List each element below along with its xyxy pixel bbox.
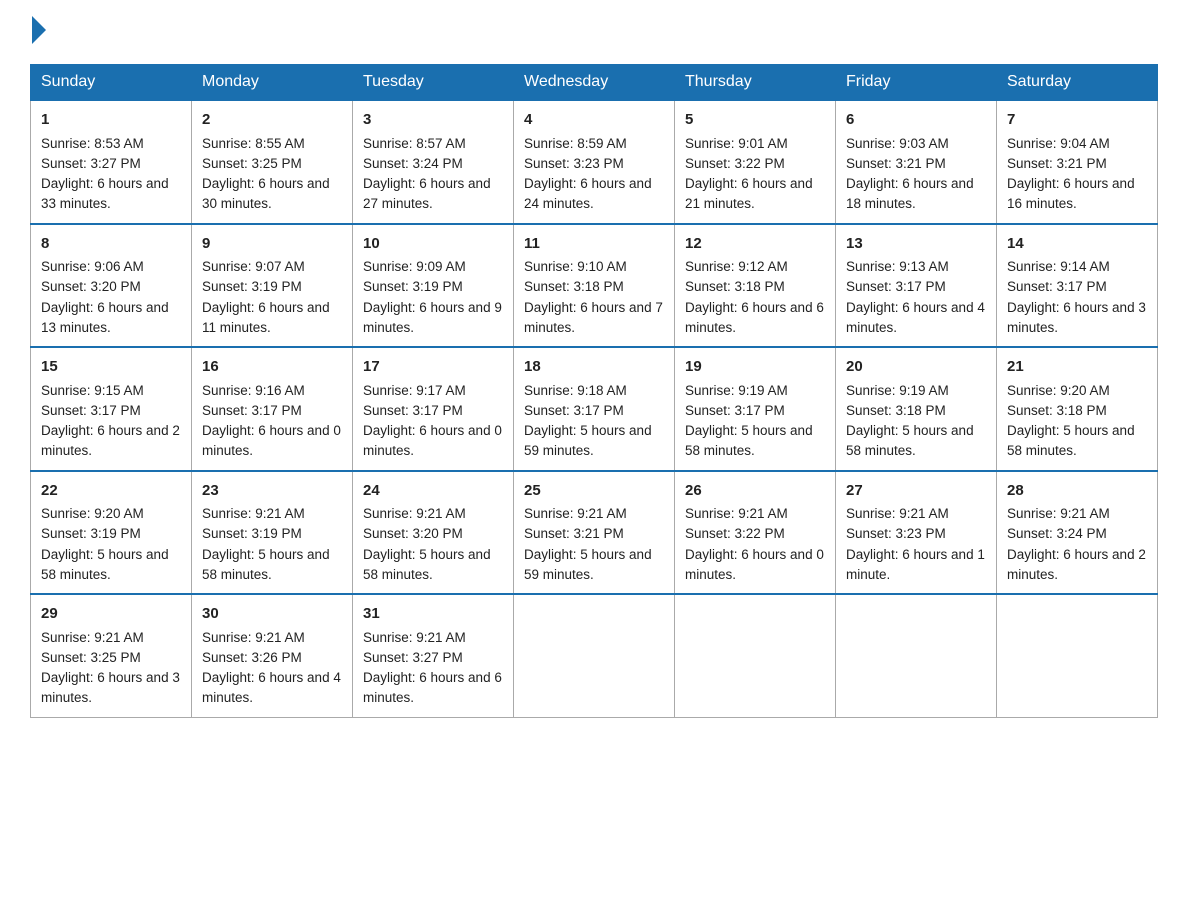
day-number: 3 bbox=[363, 109, 503, 132]
calendar-cell: 1Sunrise: 8:53 AMSunset: 3:27 PMDaylight… bbox=[31, 100, 192, 224]
calendar-cell bbox=[675, 594, 836, 717]
day-number: 16 bbox=[202, 356, 342, 379]
day-number: 14 bbox=[1007, 233, 1147, 256]
calendar-cell: 26Sunrise: 9:21 AMSunset: 3:22 PMDayligh… bbox=[675, 471, 836, 595]
day-number: 29 bbox=[41, 603, 181, 626]
header-cell-sunday: Sunday bbox=[31, 65, 192, 101]
header-cell-wednesday: Wednesday bbox=[514, 65, 675, 101]
day-number: 11 bbox=[524, 233, 664, 256]
header-cell-tuesday: Tuesday bbox=[353, 65, 514, 101]
calendar-cell bbox=[514, 594, 675, 717]
calendar-cell: 11Sunrise: 9:10 AMSunset: 3:18 PMDayligh… bbox=[514, 224, 675, 348]
day-number: 9 bbox=[202, 233, 342, 256]
page-header bbox=[30, 20, 1158, 44]
calendar-cell: 9Sunrise: 9:07 AMSunset: 3:19 PMDaylight… bbox=[192, 224, 353, 348]
day-number: 1 bbox=[41, 109, 181, 132]
day-number: 31 bbox=[363, 603, 503, 626]
calendar-cell: 30Sunrise: 9:21 AMSunset: 3:26 PMDayligh… bbox=[192, 594, 353, 717]
calendar-cell: 2Sunrise: 8:55 AMSunset: 3:25 PMDaylight… bbox=[192, 100, 353, 224]
header-row: SundayMondayTuesdayWednesdayThursdayFrid… bbox=[31, 65, 1158, 101]
day-number: 4 bbox=[524, 109, 664, 132]
header-cell-saturday: Saturday bbox=[997, 65, 1158, 101]
logo bbox=[30, 20, 46, 44]
week-row-4: 22Sunrise: 9:20 AMSunset: 3:19 PMDayligh… bbox=[31, 471, 1158, 595]
header-cell-friday: Friday bbox=[836, 65, 997, 101]
day-number: 5 bbox=[685, 109, 825, 132]
day-number: 27 bbox=[846, 480, 986, 503]
day-number: 19 bbox=[685, 356, 825, 379]
day-number: 24 bbox=[363, 480, 503, 503]
day-number: 30 bbox=[202, 603, 342, 626]
day-number: 20 bbox=[846, 356, 986, 379]
calendar-cell: 4Sunrise: 8:59 AMSunset: 3:23 PMDaylight… bbox=[514, 100, 675, 224]
calendar-cell: 22Sunrise: 9:20 AMSunset: 3:19 PMDayligh… bbox=[31, 471, 192, 595]
calendar-cell: 28Sunrise: 9:21 AMSunset: 3:24 PMDayligh… bbox=[997, 471, 1158, 595]
day-number: 21 bbox=[1007, 356, 1147, 379]
day-number: 10 bbox=[363, 233, 503, 256]
day-number: 15 bbox=[41, 356, 181, 379]
day-number: 23 bbox=[202, 480, 342, 503]
calendar-cell: 20Sunrise: 9:19 AMSunset: 3:18 PMDayligh… bbox=[836, 347, 997, 471]
day-number: 18 bbox=[524, 356, 664, 379]
calendar-cell: 18Sunrise: 9:18 AMSunset: 3:17 PMDayligh… bbox=[514, 347, 675, 471]
week-row-2: 8Sunrise: 9:06 AMSunset: 3:20 PMDaylight… bbox=[31, 224, 1158, 348]
calendar-cell: 7Sunrise: 9:04 AMSunset: 3:21 PMDaylight… bbox=[997, 100, 1158, 224]
calendar-cell: 23Sunrise: 9:21 AMSunset: 3:19 PMDayligh… bbox=[192, 471, 353, 595]
calendar-header: SundayMondayTuesdayWednesdayThursdayFrid… bbox=[31, 65, 1158, 101]
day-number: 6 bbox=[846, 109, 986, 132]
calendar-cell: 17Sunrise: 9:17 AMSunset: 3:17 PMDayligh… bbox=[353, 347, 514, 471]
day-number: 22 bbox=[41, 480, 181, 503]
day-number: 8 bbox=[41, 233, 181, 256]
week-row-3: 15Sunrise: 9:15 AMSunset: 3:17 PMDayligh… bbox=[31, 347, 1158, 471]
day-number: 26 bbox=[685, 480, 825, 503]
calendar-body: 1Sunrise: 8:53 AMSunset: 3:27 PMDaylight… bbox=[31, 100, 1158, 717]
day-number: 12 bbox=[685, 233, 825, 256]
calendar-cell: 5Sunrise: 9:01 AMSunset: 3:22 PMDaylight… bbox=[675, 100, 836, 224]
calendar-cell: 15Sunrise: 9:15 AMSunset: 3:17 PMDayligh… bbox=[31, 347, 192, 471]
calendar-cell: 29Sunrise: 9:21 AMSunset: 3:25 PMDayligh… bbox=[31, 594, 192, 717]
calendar-cell: 13Sunrise: 9:13 AMSunset: 3:17 PMDayligh… bbox=[836, 224, 997, 348]
calendar-cell bbox=[836, 594, 997, 717]
calendar-cell: 21Sunrise: 9:20 AMSunset: 3:18 PMDayligh… bbox=[997, 347, 1158, 471]
calendar-table: SundayMondayTuesdayWednesdayThursdayFrid… bbox=[30, 64, 1158, 718]
calendar-cell: 31Sunrise: 9:21 AMSunset: 3:27 PMDayligh… bbox=[353, 594, 514, 717]
calendar-cell: 27Sunrise: 9:21 AMSunset: 3:23 PMDayligh… bbox=[836, 471, 997, 595]
header-cell-thursday: Thursday bbox=[675, 65, 836, 101]
calendar-cell: 8Sunrise: 9:06 AMSunset: 3:20 PMDaylight… bbox=[31, 224, 192, 348]
day-number: 28 bbox=[1007, 480, 1147, 503]
day-number: 17 bbox=[363, 356, 503, 379]
week-row-5: 29Sunrise: 9:21 AMSunset: 3:25 PMDayligh… bbox=[31, 594, 1158, 717]
day-number: 25 bbox=[524, 480, 664, 503]
logo-arrow-icon bbox=[32, 16, 46, 44]
day-number: 7 bbox=[1007, 109, 1147, 132]
day-number: 2 bbox=[202, 109, 342, 132]
calendar-cell: 12Sunrise: 9:12 AMSunset: 3:18 PMDayligh… bbox=[675, 224, 836, 348]
calendar-cell: 25Sunrise: 9:21 AMSunset: 3:21 PMDayligh… bbox=[514, 471, 675, 595]
calendar-cell: 6Sunrise: 9:03 AMSunset: 3:21 PMDaylight… bbox=[836, 100, 997, 224]
calendar-cell: 24Sunrise: 9:21 AMSunset: 3:20 PMDayligh… bbox=[353, 471, 514, 595]
calendar-cell: 14Sunrise: 9:14 AMSunset: 3:17 PMDayligh… bbox=[997, 224, 1158, 348]
calendar-cell bbox=[997, 594, 1158, 717]
calendar-cell: 19Sunrise: 9:19 AMSunset: 3:17 PMDayligh… bbox=[675, 347, 836, 471]
week-row-1: 1Sunrise: 8:53 AMSunset: 3:27 PMDaylight… bbox=[31, 100, 1158, 224]
day-number: 13 bbox=[846, 233, 986, 256]
calendar-cell: 10Sunrise: 9:09 AMSunset: 3:19 PMDayligh… bbox=[353, 224, 514, 348]
calendar-cell: 16Sunrise: 9:16 AMSunset: 3:17 PMDayligh… bbox=[192, 347, 353, 471]
calendar-cell: 3Sunrise: 8:57 AMSunset: 3:24 PMDaylight… bbox=[353, 100, 514, 224]
header-cell-monday: Monday bbox=[192, 65, 353, 101]
